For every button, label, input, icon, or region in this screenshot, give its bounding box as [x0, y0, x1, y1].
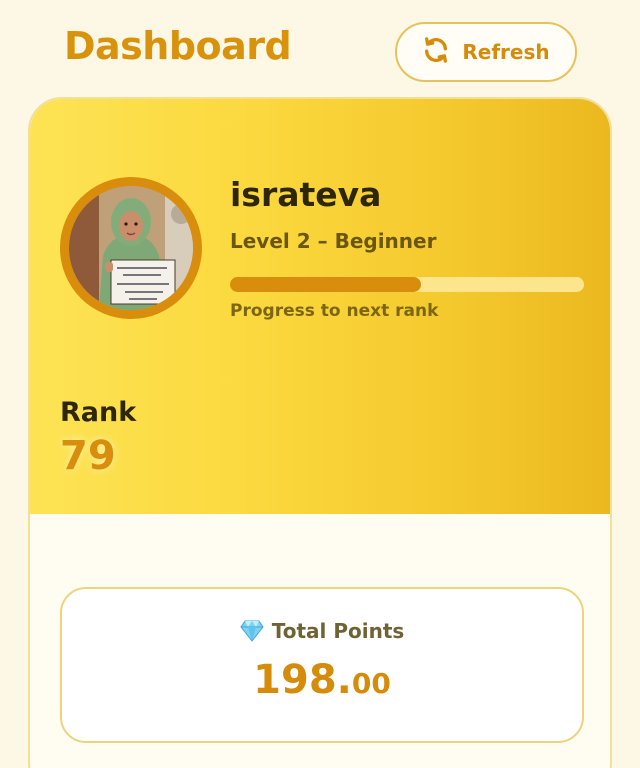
rank-progress-bar: [230, 277, 584, 292]
refresh-label: Refresh: [462, 40, 550, 64]
page-title: Dashboard: [64, 24, 292, 68]
total-points-label: Total Points: [271, 619, 405, 643]
gem-icon: [240, 620, 264, 642]
refresh-button[interactable]: Refresh: [395, 22, 577, 82]
profile-hero: israteva Level 2 – Beginner Progress to …: [30, 99, 610, 514]
profile-card: israteva Level 2 – Beginner Progress to …: [28, 97, 612, 768]
total-points-card: Total Points 198.00: [60, 587, 584, 743]
rank-value: 79: [60, 433, 116, 479]
dashboard-page: Dashboard Refresh israteva Level 2 – Beg…: [0, 0, 640, 768]
avatar[interactable]: [60, 177, 202, 319]
progress-caption: Progress to next rank: [230, 301, 439, 321]
points-decimal: 00: [351, 667, 391, 700]
rank-label: Rank: [60, 397, 137, 428]
total-points-value: 198.00: [62, 657, 582, 703]
username: israteva: [230, 175, 382, 214]
total-points-header: Total Points: [62, 619, 582, 643]
rank-progress-fill: [230, 277, 422, 292]
avatar-photo: [69, 186, 193, 310]
level-label: Level 2 – Beginner: [230, 229, 437, 253]
points-integer: 198.: [253, 657, 352, 703]
refresh-icon: [422, 36, 450, 69]
